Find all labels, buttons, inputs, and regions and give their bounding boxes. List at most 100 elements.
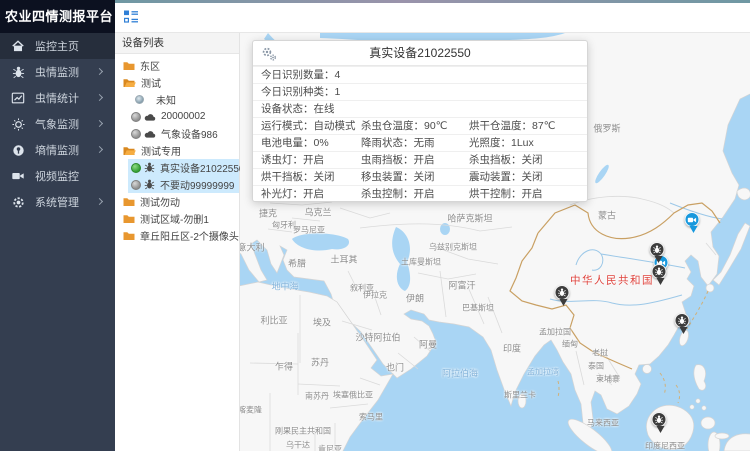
status-dot bbox=[131, 129, 141, 139]
topbar bbox=[115, 0, 750, 33]
insect-icon bbox=[675, 313, 690, 328]
status-dot bbox=[131, 163, 141, 173]
insect-device-icon bbox=[144, 179, 155, 190]
folder-open-icon bbox=[123, 146, 136, 156]
device-label: 不要动99999999 bbox=[160, 177, 235, 192]
gear-icon bbox=[11, 195, 25, 209]
camera-icon bbox=[685, 212, 700, 227]
sidebar: 农业四情测报平台 监控主页 虫情监测 虫情统计 气象监测 bbox=[0, 0, 115, 451]
device-label: 东区 bbox=[140, 58, 160, 73]
battery-level: 电池电量：0% bbox=[261, 135, 361, 152]
insect-marker-pin[interactable] bbox=[650, 242, 667, 265]
status-dot bbox=[131, 112, 141, 122]
sidebar-item-label: 墒情监测 bbox=[35, 142, 79, 158]
rain-status: 降雨状态：无雨 bbox=[361, 135, 469, 152]
sidebar-item-label: 气象监测 bbox=[35, 116, 79, 132]
sidebar-item-video-monitor[interactable]: 视频监控 bbox=[0, 163, 115, 189]
weather-icon bbox=[11, 117, 25, 131]
weather-device-icon bbox=[144, 129, 156, 139]
folder-open-icon bbox=[123, 78, 136, 88]
lure-lamp: 诱虫灯：开启 bbox=[261, 152, 361, 169]
folder-icon bbox=[123, 231, 135, 241]
chart-icon bbox=[11, 91, 25, 105]
device-tree-row[interactable]: 测试专用 bbox=[115, 142, 239, 159]
device-label: 气象设备986 bbox=[161, 126, 218, 141]
insect-marker-pin[interactable] bbox=[652, 264, 669, 287]
device-label: 测试专用 bbox=[141, 143, 181, 158]
device-tree-row[interactable]: 20000002 bbox=[115, 108, 239, 125]
unknown-dome-icon bbox=[135, 95, 144, 104]
soil-globe-icon bbox=[11, 143, 25, 157]
insect-icon bbox=[650, 242, 665, 257]
camera-marker-pin[interactable] bbox=[685, 212, 702, 235]
weather-device-icon bbox=[144, 112, 156, 122]
dry-baffle: 烘干挡板：关闭 bbox=[261, 169, 361, 186]
insect-icon bbox=[652, 264, 667, 279]
sidebar-item-system-manage[interactable]: 系统管理 bbox=[0, 189, 115, 215]
insect-icon bbox=[652, 412, 667, 427]
sidebar-item-label: 视频监控 bbox=[35, 168, 79, 184]
device-label: 测试 bbox=[141, 75, 161, 90]
sidebar-item-monitor-home[interactable]: 监控主页 bbox=[0, 33, 115, 59]
sidebar-item-label: 系统管理 bbox=[35, 194, 79, 210]
device-tree-row[interactable]: 测试勿动 bbox=[115, 193, 239, 210]
device-tree-row[interactable]: 章丘阳丘区-2个摄像头 bbox=[115, 227, 239, 244]
device-tree-row[interactable]: 东区 bbox=[115, 57, 239, 74]
sidebar-item-soil-monitor[interactable]: 墒情监测 bbox=[0, 137, 115, 163]
rain-baffle: 虫雨挡板：开启 bbox=[361, 152, 469, 169]
app-title: 农业四情测报平台 bbox=[0, 0, 115, 33]
run-mode: 运行模式：自动模式 bbox=[261, 118, 361, 135]
popup-header: 真实设备21022550 bbox=[253, 41, 587, 66]
device-tree-toggle-icon[interactable] bbox=[123, 9, 139, 25]
video-icon bbox=[11, 169, 25, 183]
dry-bin-temp: 烘干仓温度：87℃ bbox=[469, 118, 587, 135]
illuminance: 光照度：1Lux bbox=[469, 135, 587, 152]
insect-marker-pin[interactable] bbox=[675, 313, 692, 336]
kill-baffle: 杀虫挡板：关闭 bbox=[469, 152, 587, 169]
folder-icon bbox=[123, 197, 135, 207]
sidebar-item-label: 监控主页 bbox=[35, 38, 79, 54]
kill-control: 杀虫控制：开启 bbox=[361, 186, 469, 203]
insect-marker-pin[interactable] bbox=[555, 285, 572, 308]
sidebar-item-label: 虫情统计 bbox=[35, 90, 79, 106]
sidebar-item-label: 虫情监测 bbox=[35, 64, 79, 80]
settings-gears-icon[interactable] bbox=[261, 46, 277, 62]
device-label: 测试区域-勿删1 bbox=[140, 211, 209, 226]
dry-control: 烘干控制：开启 bbox=[469, 186, 587, 203]
device-tree-row[interactable]: 测试区域-勿删1 bbox=[115, 210, 239, 227]
device-tree-row[interactable]: 真实设备21022550 bbox=[128, 159, 239, 176]
sidebar-item-insect-monitor[interactable]: 虫情监测 bbox=[0, 59, 115, 85]
insect-device-icon bbox=[144, 162, 155, 173]
device-tree: 东区 bbox=[115, 54, 239, 244]
popup-device-title: 真实设备21022550 bbox=[253, 41, 587, 66]
device-label: 未知 bbox=[156, 92, 176, 107]
device-info-popup: 真实设备21022550 今日识别数量：4 今日识别种类：1 设备状态：在线 运… bbox=[252, 40, 588, 202]
recognition-species: 今日识别种类：1 bbox=[261, 84, 361, 101]
sidebar-item-insect-stats[interactable]: 虫情统计 bbox=[0, 85, 115, 111]
sidebar-item-weather-monitor[interactable]: 气象监测 bbox=[0, 111, 115, 137]
device-tree-row[interactable]: 不要动99999999 bbox=[128, 176, 239, 193]
folder-icon bbox=[123, 214, 135, 224]
device-label: 20000002 bbox=[161, 111, 206, 122]
recognition-count: 今日识别数量：4 bbox=[261, 67, 361, 84]
bug-icon bbox=[11, 65, 25, 79]
fill-light: 补光灯：开启 bbox=[261, 186, 361, 203]
device-label: 真实设备21022550 bbox=[160, 160, 245, 175]
home-icon bbox=[11, 39, 25, 53]
device-tree-row[interactable]: 未知 bbox=[115, 91, 239, 108]
device-status: 设备状态：在线 bbox=[261, 101, 361, 118]
device-tree-row[interactable]: 气象设备986 bbox=[115, 125, 239, 142]
vibrate-device: 震动装置：关闭 bbox=[469, 169, 587, 186]
device-list-header: 设备列表 bbox=[115, 33, 239, 54]
device-list-panel: 设备列表 bbox=[115, 33, 240, 451]
app-window: 农业四情测报平台 监控主页 虫情监测 虫情统计 气象监测 bbox=[0, 0, 750, 451]
device-label: 章丘阳丘区-2个摄像头 bbox=[140, 228, 239, 243]
status-dot bbox=[131, 180, 141, 190]
folder-icon bbox=[123, 61, 135, 71]
device-tree-row[interactable]: 测试 bbox=[115, 74, 239, 91]
device-label: 测试勿动 bbox=[140, 194, 180, 209]
insect-marker-pin[interactable] bbox=[652, 412, 669, 435]
move-device: 移虫装置：关闭 bbox=[361, 169, 469, 186]
insect-icon bbox=[555, 285, 570, 300]
kill-bin-temp: 杀虫仓温度：90℃ bbox=[361, 118, 469, 135]
